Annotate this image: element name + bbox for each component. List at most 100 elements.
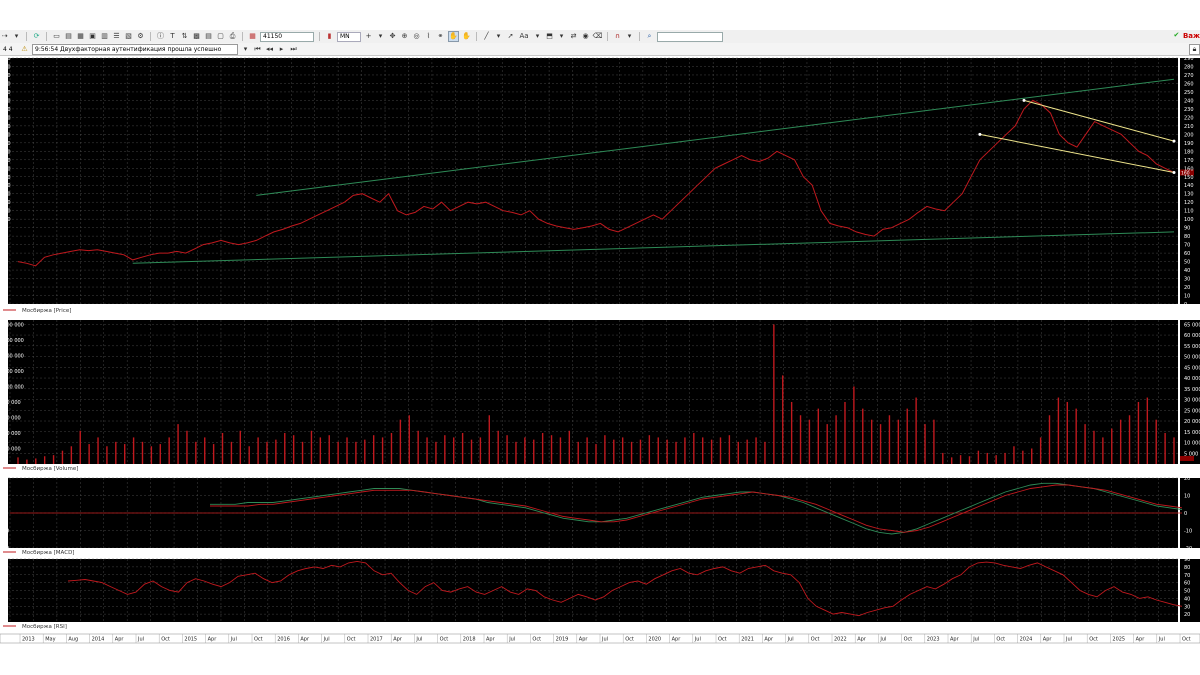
link-icon[interactable]: ⚭ xyxy=(436,32,445,41)
y-tick-label: 45 000 xyxy=(1184,365,1200,371)
volume-bar xyxy=(844,401,846,464)
dropdown-icon[interactable]: ▾ xyxy=(12,32,21,41)
y-tick-label: 230 xyxy=(1184,107,1194,113)
volume-bar xyxy=(230,441,233,464)
line-tool-icon[interactable]: ╱ xyxy=(482,32,491,41)
volume-bar xyxy=(1013,446,1015,464)
volume-bar xyxy=(942,452,944,464)
volume-bar xyxy=(168,437,170,464)
volume-bar xyxy=(204,437,206,464)
time-axis-label: 2020 xyxy=(648,637,661,643)
y-tick-label: 60 000 xyxy=(1184,333,1200,339)
time-axis-label: Apr xyxy=(764,637,774,643)
y-tick-label: 120 xyxy=(1184,200,1194,206)
volume-bar xyxy=(70,446,73,464)
eye-icon[interactable]: ◉ xyxy=(581,32,590,41)
next-icon[interactable]: ▸ xyxy=(277,45,286,54)
search-input[interactable] xyxy=(657,31,723,42)
list-icon[interactable]: ☰ xyxy=(112,32,121,41)
chevron-down-icon[interactable]: ▾ xyxy=(241,45,250,54)
pane-separator xyxy=(0,304,1200,320)
tab-indicator[interactable]: 4 4 xyxy=(0,46,17,53)
y-tick-label: 80 xyxy=(1184,565,1190,571)
volume-bar xyxy=(355,441,357,464)
y-tick-label-left: 0 xyxy=(1,302,4,308)
volume-bar xyxy=(461,432,464,464)
y-tick-label-left: 230 xyxy=(1,107,11,113)
y-tick-label: 30 xyxy=(1184,277,1190,283)
magnet-icon[interactable]: ∩ xyxy=(613,32,622,41)
y-tick-label-left: 800 000 xyxy=(0,400,21,406)
volume-bar xyxy=(150,446,153,464)
target-icon[interactable]: ⊕ xyxy=(400,32,409,41)
y-tick-label: 15 000 xyxy=(1184,430,1200,436)
y-tick-label-left: 1600 000 xyxy=(0,338,24,344)
ticker-input[interactable]: 41150 xyxy=(260,31,314,42)
font-icon[interactable]: Aa xyxy=(518,32,530,41)
crosshair-plus-icon[interactable]: + xyxy=(364,32,373,41)
arrow-icon[interactable]: ⇢ xyxy=(0,32,9,41)
volume-bar xyxy=(826,424,828,464)
time-axis-label: Jul xyxy=(137,637,144,643)
y-tick-label: 10 xyxy=(1184,494,1190,500)
move-icon[interactable]: ✥ xyxy=(388,32,397,41)
window-icon[interactable]: ▭ xyxy=(52,32,61,41)
y-tick-label: 50 xyxy=(1184,589,1190,595)
last-page-icon[interactable]: ⏭ xyxy=(289,45,298,54)
portfolio-icon[interactable]: ▩ xyxy=(192,32,201,41)
grid-icon[interactable]: ▦ xyxy=(76,32,85,41)
swap-icon[interactable]: ⇄ xyxy=(569,32,578,41)
y-tick-label: 270 xyxy=(1184,73,1194,79)
info-icon[interactable]: ⓘ xyxy=(156,32,165,41)
volume-bar xyxy=(808,419,811,464)
text-tool-icon[interactable]: T xyxy=(168,32,177,41)
important-label[interactable]: Важ xyxy=(1183,32,1200,40)
time-axis-label: 2021 xyxy=(741,637,754,643)
y-tick-label-left: 0 xyxy=(1,511,4,517)
volume-bar xyxy=(284,432,286,464)
measure-icon[interactable]: ⌇ xyxy=(424,32,433,41)
trade-icon[interactable]: ⇅ xyxy=(180,32,189,41)
y-tick-label: 240 xyxy=(1184,98,1194,104)
hand-icon[interactable]: ✋ xyxy=(448,31,459,42)
volume-bar xyxy=(1084,424,1086,464)
volume-bar xyxy=(1022,450,1024,464)
eraser-icon[interactable]: ⌫ xyxy=(593,32,603,41)
y-tick-label: 70 xyxy=(1184,573,1190,579)
first-page-icon[interactable]: ⏮ xyxy=(253,45,262,54)
table-icon[interactable]: ▤ xyxy=(64,32,73,41)
lock-icon[interactable]: 🔒︎ xyxy=(1189,44,1200,55)
timeframe-select[interactable]: MN xyxy=(337,31,361,42)
refresh-icon[interactable]: ⟳ xyxy=(32,32,41,41)
pan-icon[interactable]: ✋ xyxy=(462,32,471,41)
volume-bar xyxy=(426,437,428,464)
news-icon[interactable]: ▤ xyxy=(204,32,213,41)
y-tick-label: 20 xyxy=(1184,612,1190,618)
y-tick-label: 190 xyxy=(1184,141,1194,147)
volume-bar xyxy=(799,415,802,464)
bar-style-icon[interactable]: ▮ xyxy=(325,32,334,41)
trendline-anchor xyxy=(978,132,982,136)
y-tick-label: 0 xyxy=(1184,511,1187,517)
arrow-tool-icon[interactable]: ➚ xyxy=(506,32,515,41)
volume-bar xyxy=(26,459,28,464)
volume-bar xyxy=(417,430,419,464)
y-tick-label: 80 xyxy=(1184,234,1190,240)
prev-icon[interactable]: ◂◂ xyxy=(265,45,274,54)
volume-bar xyxy=(364,439,366,464)
volume-bar xyxy=(1075,408,1077,464)
calendar-icon[interactable]: ▦ xyxy=(248,32,257,41)
save-icon[interactable]: ▣ xyxy=(88,32,97,41)
chart-area[interactable]: 160 Мосбиржа [Price] Мосбиржа [Volume] Мос… xyxy=(0,56,1200,652)
y-tick-label-left: 1800 000 xyxy=(0,322,24,328)
label-tool-icon[interactable]: ⬒ xyxy=(545,32,554,41)
y-tick-label: 20 xyxy=(1184,285,1190,291)
volume-bar xyxy=(444,435,446,464)
chart-icon[interactable]: ▥ xyxy=(100,32,109,41)
settings-icon[interactable]: ⚙ xyxy=(136,32,145,41)
orders-icon[interactable]: ▧ xyxy=(124,32,133,41)
alert-icon[interactable]: ▢ xyxy=(216,32,225,41)
y-tick-label-left: 60 xyxy=(1,581,7,587)
zoom-icon[interactable]: ◎ xyxy=(412,32,421,41)
print-icon[interactable]: ⎙ xyxy=(228,32,237,41)
